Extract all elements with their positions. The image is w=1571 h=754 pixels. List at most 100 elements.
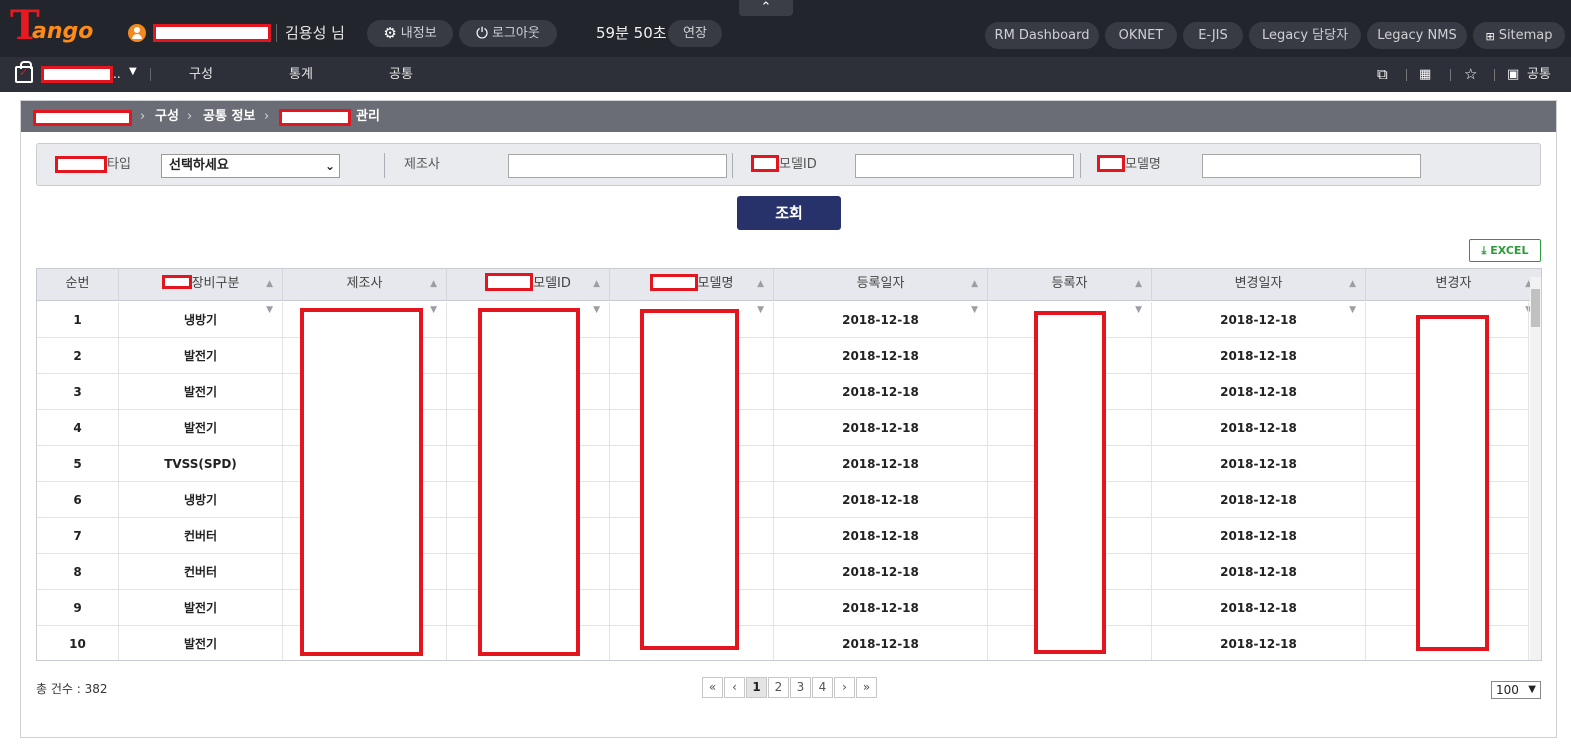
redacted-breadcrumb-page bbox=[279, 109, 351, 126]
common-shortcut[interactable]: 공통 bbox=[1527, 67, 1551, 83]
legacy-nms-link[interactable]: Legacy NMS bbox=[1367, 22, 1467, 49]
breadcrumb-separator: › bbox=[187, 109, 193, 124]
next-page-button[interactable]: › bbox=[834, 677, 855, 698]
column-header-model-id[interactable]: 모델ID ▲ ▼ bbox=[447, 269, 610, 315]
divider bbox=[1080, 153, 1081, 178]
table-row[interactable]: 4 발전기 2018-12-18 2018-12-18 bbox=[37, 410, 1529, 446]
extend-session-button[interactable]: 연장 bbox=[668, 20, 722, 47]
workspace-dropdown-icon[interactable]: ▼ bbox=[129, 66, 137, 77]
cell-reg-date: 2018-12-18 bbox=[774, 374, 988, 410]
cell-no: 5 bbox=[37, 446, 119, 482]
divider bbox=[150, 68, 151, 81]
column-header-maker[interactable]: 제조사 ▲ ▼ bbox=[283, 269, 447, 315]
rm-dashboard-link[interactable]: RM Dashboard bbox=[985, 22, 1099, 49]
cell-no: 1 bbox=[37, 302, 119, 338]
divider bbox=[1494, 69, 1495, 81]
cell-reg-date: 2018-12-18 bbox=[774, 482, 988, 518]
redacted-modifier-column bbox=[1416, 315, 1489, 651]
redacted-workspace-name[interactable] bbox=[41, 66, 113, 83]
cell-mod-date: 2018-12-18 bbox=[1152, 590, 1366, 626]
cell-mod-date: 2018-12-18 bbox=[1152, 410, 1366, 446]
cell-mod-date: 2018-12-18 bbox=[1152, 554, 1366, 590]
scrollbar-thumb[interactable] bbox=[1531, 289, 1540, 327]
grid-header: 순번 장비구분 ▲ ▼ 제조사 ▲ ▼ 모델ID ▲ ▼ 모델명 ▲ ▼ 등록일자 ▲ ▼ bbox=[37, 269, 1541, 315]
cell-reg-date: 2018-12-18 bbox=[774, 554, 988, 590]
cell-reg-date: 2018-12-18 bbox=[774, 410, 988, 446]
column-header-label: 순번 bbox=[65, 276, 90, 291]
last-page-button[interactable]: » bbox=[856, 677, 877, 698]
prev-page-button[interactable]: ‹ bbox=[724, 677, 745, 698]
app-logo[interactable]: T ango bbox=[10, 6, 94, 46]
redacted-header-prefix bbox=[161, 275, 192, 289]
search-button[interactable]: 조회 bbox=[737, 196, 841, 230]
top-header: ⌃ T ango 김용성 님 ⚙ 내정보 ⏻ 로그아웃 59분 50초 연장 RM … bbox=[0, 0, 1571, 57]
logout-button[interactable]: ⏻ 로그아웃 bbox=[459, 20, 557, 47]
my-info-button[interactable]: ⚙ 내정보 bbox=[367, 20, 453, 47]
maker-input[interactable] bbox=[508, 154, 727, 178]
cell-no: 6 bbox=[37, 482, 119, 518]
cell-no: 2 bbox=[37, 338, 119, 374]
grid-scrollbar[interactable] bbox=[1530, 277, 1541, 660]
column-header-mod-date[interactable]: 변경일자 ▲ ▼ bbox=[1152, 269, 1366, 315]
page-1-button[interactable]: 1 bbox=[746, 677, 767, 698]
new-window-icon[interactable]: ⧉ bbox=[1377, 66, 1388, 83]
legacy-manager-link[interactable]: Legacy 담당자 bbox=[1249, 22, 1361, 49]
table-row[interactable]: 8 컨버터 2018-12-18 2018-12-18 bbox=[37, 554, 1529, 590]
first-page-button[interactable]: « bbox=[702, 677, 723, 698]
menu-config[interactable]: 구성 bbox=[189, 67, 213, 83]
sitemap-icon: ⊞ bbox=[1485, 30, 1495, 43]
logo-text: ango bbox=[32, 19, 94, 44]
page-size-select[interactable]: 100 ▼ bbox=[1491, 681, 1541, 699]
cell-mod-date: 2018-12-18 bbox=[1152, 626, 1366, 660]
page-3-button[interactable]: 3 bbox=[790, 677, 811, 698]
table-row[interactable]: 1 냉방기 2018-12-18 2018-12-18 bbox=[37, 302, 1529, 338]
column-header-model-name[interactable]: 모델명 ▲ ▼ bbox=[610, 269, 774, 315]
column-header-equipment-type[interactable]: 장비구분 ▲ ▼ bbox=[119, 269, 283, 315]
divider bbox=[384, 153, 385, 178]
menu-statistics[interactable]: 통계 bbox=[289, 67, 313, 83]
favorite-star-icon[interactable]: ☆ bbox=[1464, 66, 1477, 83]
redacted-header-prefix bbox=[485, 273, 534, 291]
chevron-up-icon: ⌃ bbox=[760, 0, 772, 15]
table-row[interactable]: 2 발전기 2018-12-18 2018-12-18 bbox=[37, 338, 1529, 374]
table-row[interactable]: 9 발전기 2018-12-18 2018-12-18 bbox=[37, 590, 1529, 626]
breadcrumb-config[interactable]: 구성 bbox=[155, 109, 179, 125]
breadcrumb-page-suffix: 관리 bbox=[356, 109, 380, 124]
grid-layout-icon[interactable]: ▦ bbox=[1419, 66, 1431, 83]
excel-export-button[interactable]: ⤓ EXCEL bbox=[1469, 239, 1541, 262]
breadcrumb-separator: › bbox=[264, 109, 270, 124]
redacted-registrant-column bbox=[1034, 311, 1106, 654]
my-info-label: 내정보 bbox=[400, 26, 437, 41]
redacted-model-id-prefix bbox=[751, 155, 779, 172]
logout-label: 로그아웃 bbox=[492, 26, 540, 41]
total-count: 총 건수 : 382 bbox=[36, 682, 108, 696]
main-nav: .. ▼ 구성 통계 공통 ⧉ ▦ ☆ ▣ 공통 bbox=[0, 57, 1571, 92]
column-header-no[interactable]: 순번 bbox=[37, 269, 119, 301]
column-header-registrant[interactable]: 등록자 ▲ ▼ bbox=[988, 269, 1152, 315]
page-4-button[interactable]: 4 bbox=[812, 677, 833, 698]
breadcrumb-separator: › bbox=[140, 109, 146, 124]
model-id-input[interactable] bbox=[855, 154, 1074, 178]
page-2-button[interactable]: 2 bbox=[768, 677, 789, 698]
column-header-reg-date[interactable]: 등록일자 ▲ ▼ bbox=[774, 269, 988, 315]
column-header-modifier[interactable]: 변경자 ▲ ▼ bbox=[1366, 269, 1541, 315]
table-row[interactable]: 5 TVSS(SPD) 2018-12-18 2018-12-18 bbox=[37, 446, 1529, 482]
oknet-link[interactable]: OKNET bbox=[1105, 22, 1177, 49]
table-row[interactable]: 6 냉방기 2018-12-18 2018-12-18 bbox=[37, 482, 1529, 518]
model-name-input[interactable] bbox=[1202, 154, 1421, 178]
cell-no: 9 bbox=[37, 590, 119, 626]
content-panel: › 구성 › 공통 정보 › 관리 타입 선택하세요 ⌄ 제조사 모델ID 모델… bbox=[20, 100, 1557, 738]
collapse-header-button[interactable]: ⌃ bbox=[739, 0, 793, 16]
board-icon[interactable]: ▣ bbox=[1507, 66, 1519, 83]
table-row[interactable]: 7 컨버터 2018-12-18 2018-12-18 bbox=[37, 518, 1529, 554]
menu-common[interactable]: 공통 bbox=[389, 67, 413, 83]
sitemap-link[interactable]: ⊞ Sitemap bbox=[1473, 22, 1565, 49]
ejis-link[interactable]: E-JIS bbox=[1183, 22, 1243, 49]
table-row[interactable]: 3 발전기 2018-12-18 2018-12-18 bbox=[37, 374, 1529, 410]
redacted-breadcrumb-root[interactable] bbox=[33, 110, 132, 126]
breadcrumb-common-info[interactable]: 공통 정보 bbox=[203, 109, 255, 125]
type-label: 타입 bbox=[107, 157, 131, 172]
type-select[interactable]: 선택하세요 ⌄ bbox=[161, 154, 340, 178]
cell-mod-date: 2018-12-18 bbox=[1152, 446, 1366, 482]
table-row[interactable]: 10 발전기 2018-12-18 2018-12-18 bbox=[37, 626, 1529, 660]
